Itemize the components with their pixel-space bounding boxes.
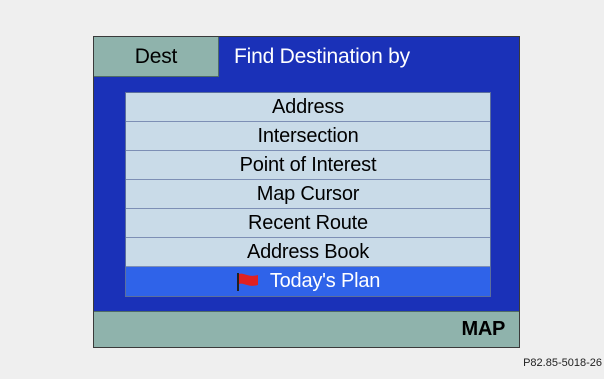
figure-code: P82.85-5018-26 xyxy=(523,357,602,369)
screen-title: Find Destination by xyxy=(234,45,410,68)
navigation-screen: Dest Find Destination by Address Interse… xyxy=(93,36,520,348)
destination-menu: Address Intersection Point of Interest M… xyxy=(125,92,491,297)
map-button[interactable]: MAP xyxy=(461,312,505,347)
dest-tab[interactable]: Dest xyxy=(94,37,219,77)
menu-item-address[interactable]: Address xyxy=(126,93,490,122)
menu-item-address-book[interactable]: Address Book xyxy=(126,238,490,267)
menu-item-point-of-interest[interactable]: Point of Interest xyxy=(126,151,490,180)
menu-item-todays-plan[interactable]: Today's Plan xyxy=(126,267,490,296)
menu-item-recent-route[interactable]: Recent Route xyxy=(126,209,490,238)
flag-icon xyxy=(236,272,260,292)
menu-item-map-cursor[interactable]: Map Cursor xyxy=(126,180,490,209)
menu-item-intersection[interactable]: Intersection xyxy=(126,122,490,151)
bottom-bar: MAP xyxy=(94,311,519,347)
menu-item-label: Today's Plan xyxy=(269,270,381,292)
